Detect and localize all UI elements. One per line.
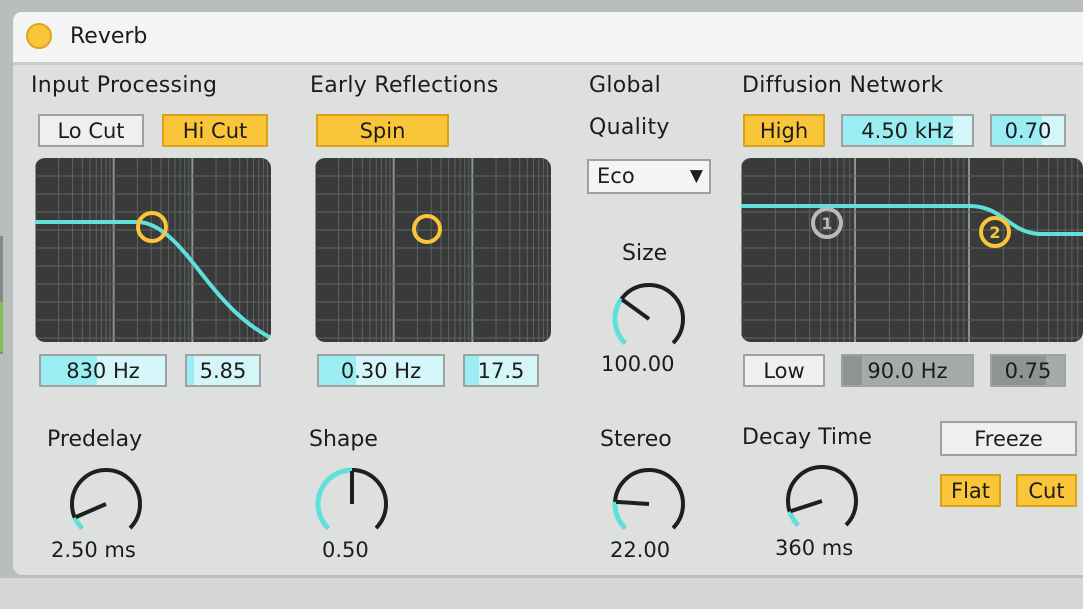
input-freq-value: 830 Hz [66, 359, 140, 383]
shape-label: Shape [309, 427, 378, 452]
diffusion-network-header: Diffusion Network [742, 73, 944, 98]
cut-button[interactable]: Cut [1016, 474, 1077, 507]
diffusion-low-freq-value: 90.0 Hz [867, 359, 948, 383]
diffusion-network-graph: 1 2 [741, 158, 1083, 342]
diffusion-handle-2-label: 2 [989, 223, 1000, 242]
spin-handle[interactable] [412, 214, 442, 244]
flat-button[interactable]: Flat [940, 474, 1001, 507]
knob-pointer [74, 502, 107, 519]
knob-value-arc [315, 467, 353, 530]
early-reflections-graph [315, 158, 551, 342]
diffusion-low-amount-value: 0.75 [1004, 359, 1052, 383]
global-header: Global [589, 73, 661, 98]
input-width-value: 5.85 [199, 359, 247, 383]
decay-time-knob[interactable] [780, 459, 864, 543]
dropdown-arrow-icon: ▼ [689, 166, 703, 186]
spin-button[interactable]: Spin [316, 114, 449, 147]
diffusion-high-button[interactable]: High [743, 114, 825, 147]
knob-track [613, 283, 685, 345]
knob-track [70, 468, 142, 530]
size-value: 100.00 [601, 352, 675, 376]
spin-rate-field[interactable]: 0.30 Hz [317, 354, 445, 387]
knob-value-arc [72, 516, 84, 530]
diffusion-low-amount-field[interactable]: 0.75 [990, 354, 1066, 387]
diffusion-handle-1-label: 1 [821, 214, 832, 233]
input-filter-graph [35, 158, 271, 342]
shape-value: 0.50 [322, 538, 369, 562]
diffusion-high-amount-value: 0.70 [1004, 119, 1052, 143]
device-title: Reverb [70, 24, 148, 49]
diffusion-high-freq-value: 4.50 kHz [861, 119, 954, 143]
predelay-value: 2.50 ms [51, 538, 136, 562]
input-processing-header: Input Processing [31, 73, 218, 98]
diffusion-low-freq-fill [843, 356, 863, 385]
spin-amount-value: 17.5 [477, 359, 525, 383]
freeze-button[interactable]: Freeze [940, 421, 1077, 456]
input-freq-field[interactable]: 830 Hz [39, 354, 167, 387]
input-width-field[interactable]: 5.85 [185, 354, 261, 387]
input-filter-display[interactable] [35, 158, 271, 342]
knob-track [613, 468, 685, 530]
early-reflections-grid [315, 158, 551, 342]
quality-label: Quality [589, 115, 670, 140]
diffusion-low-freq-field[interactable]: 90.0 Hz [841, 354, 974, 387]
quality-selected-value: Eco [597, 164, 635, 188]
spin-rate-value: 0.30 Hz [340, 359, 422, 383]
diffusion-high-freq-field[interactable]: 4.50 kHz [841, 114, 974, 147]
lo-cut-button[interactable]: Lo Cut [38, 114, 144, 147]
knob-pointer [621, 297, 651, 321]
device-power-button[interactable] [26, 23, 52, 49]
diffusion-low-button[interactable]: Low [743, 354, 825, 387]
knob-track [786, 465, 858, 527]
knob-value-arc [787, 510, 800, 527]
input-width-fill [187, 356, 195, 385]
diffusion-high-amount-field[interactable]: 0.70 [990, 114, 1066, 147]
predelay-knob[interactable] [64, 462, 148, 546]
stereo-value: 22.00 [610, 538, 671, 562]
spin-amount-field[interactable]: 17.5 [463, 354, 539, 387]
knob-pointer [789, 499, 823, 514]
decay-time-label: Decay Time [742, 425, 872, 450]
diffusion-network-grid [741, 158, 1083, 342]
diffusion-network-display[interactable]: 1 2 [741, 158, 1083, 342]
stereo-knob[interactable] [607, 462, 691, 546]
knob-value-arc [612, 501, 627, 530]
size-label: Size [622, 241, 668, 266]
reverb-device: Reverb Input Processing Lo Cut Hi Cut 83… [13, 12, 1083, 575]
early-reflections-header: Early Reflections [310, 73, 499, 98]
size-knob[interactable] [607, 277, 691, 361]
early-reflections-display[interactable] [315, 158, 551, 342]
predelay-label: Predelay [47, 427, 143, 452]
hi-cut-button[interactable]: Hi Cut [162, 114, 268, 147]
knob-pointer [615, 499, 650, 506]
stereo-label: Stereo [600, 427, 672, 452]
decay-time-value: 360 ms [775, 536, 854, 560]
knob-value-arc [612, 297, 627, 345]
quality-dropdown[interactable]: Eco ▼ [587, 159, 711, 194]
left-edge-level-meter [0, 302, 3, 352]
shape-knob[interactable] [310, 462, 394, 546]
device-title-bar[interactable]: Reverb [13, 12, 1083, 65]
device-bottom-strip [0, 578, 1083, 609]
